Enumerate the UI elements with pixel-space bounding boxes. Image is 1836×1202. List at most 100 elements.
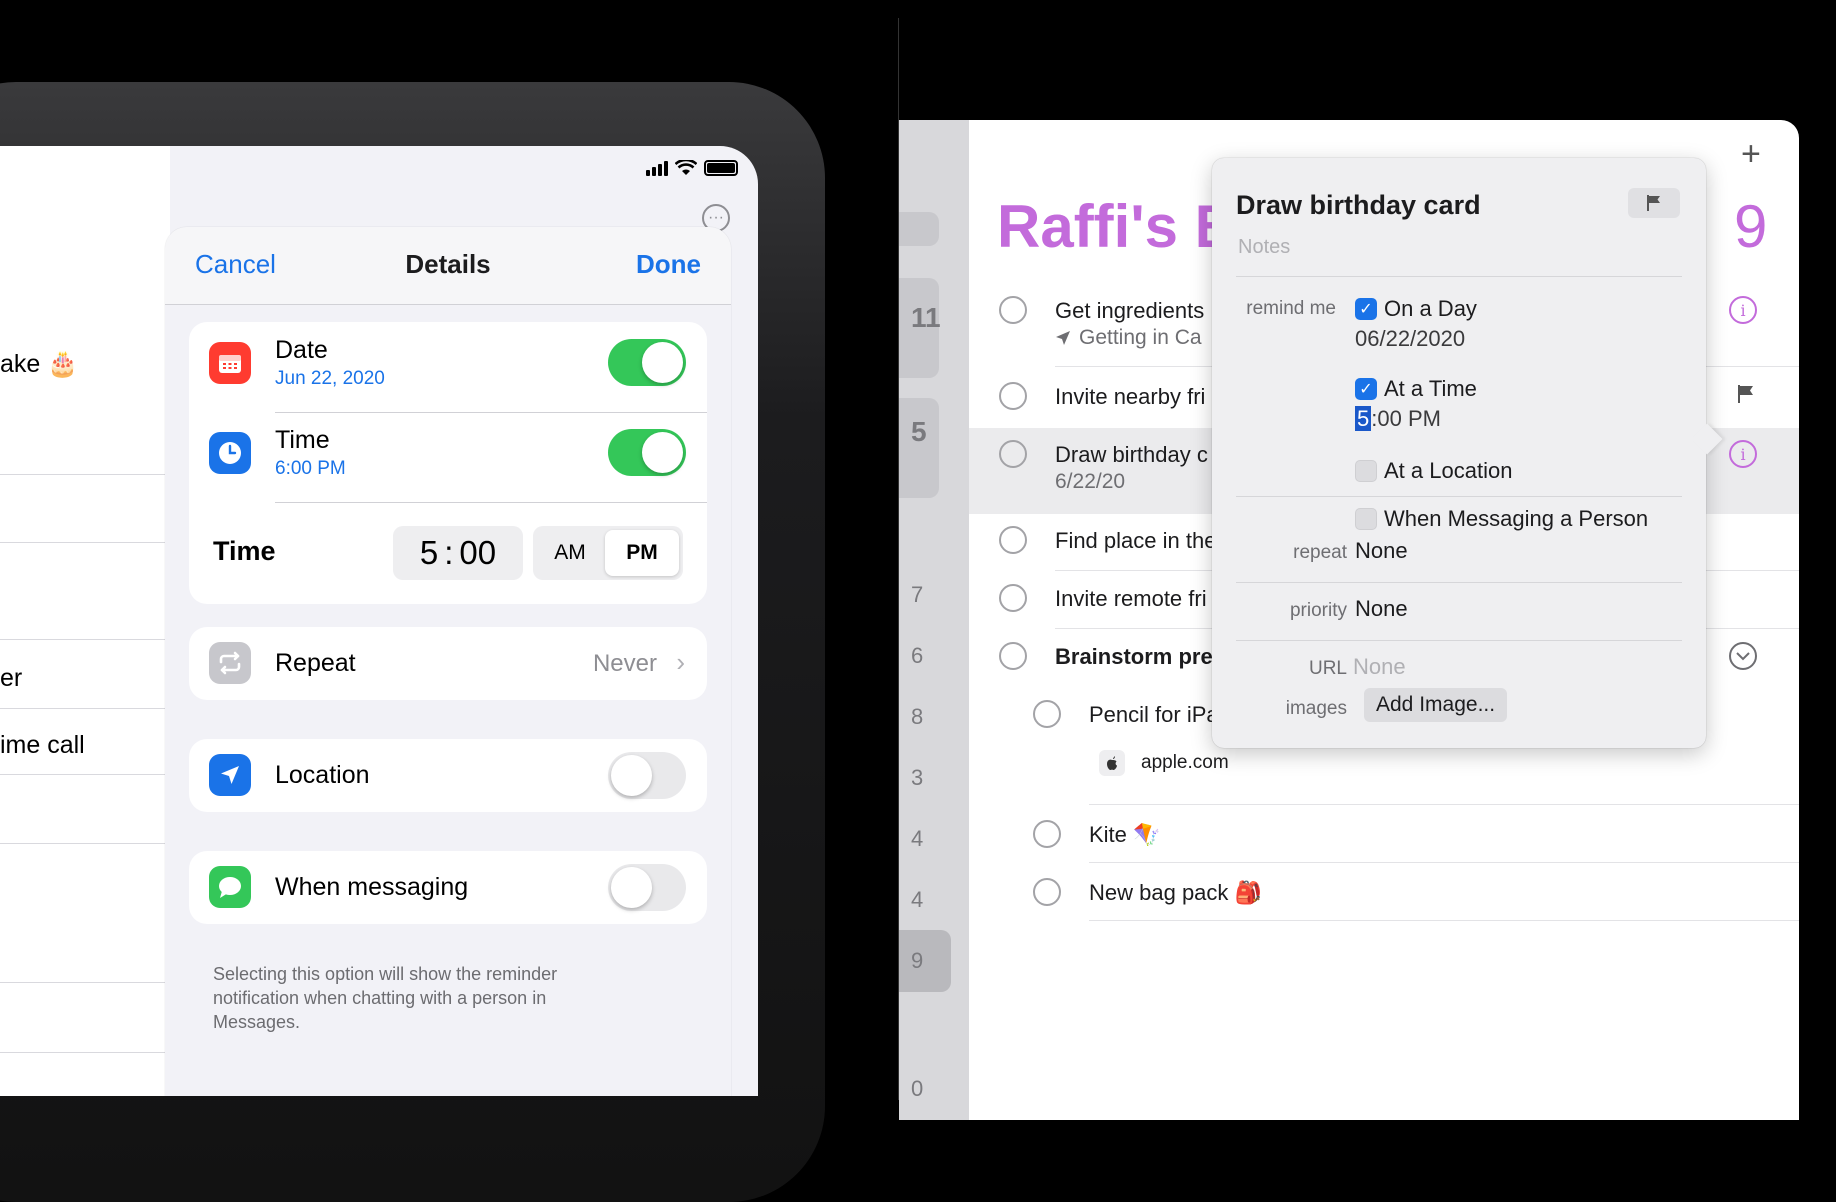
complete-checkbox[interactable] [999, 382, 1027, 410]
details-sheet: Details Cancel Done Date Jun 22, 2020 Ti… [165, 227, 731, 1096]
at-a-time-checkbox[interactable]: ✓ [1355, 378, 1377, 400]
complete-checkbox[interactable] [999, 440, 1027, 468]
date-label: Date [275, 336, 328, 364]
time-picker-hour: 5 [419, 534, 439, 571]
cancel-button[interactable]: Cancel [195, 249, 276, 280]
priority-label: priority [1289, 600, 1347, 621]
pm-segment[interactable]: PM [605, 530, 679, 576]
complete-checkbox[interactable] [999, 526, 1027, 554]
sidebar-count[interactable]: 5 [911, 416, 927, 448]
reminder-title[interactable]: Invite nearby fri [1055, 384, 1205, 410]
sidebar-count[interactable]: 4 [911, 887, 923, 913]
priority-value[interactable]: None [1355, 596, 1408, 622]
time-rest: :00 PM [1371, 406, 1441, 431]
location-toggle[interactable] [608, 752, 686, 799]
sidebar-count[interactable]: 4 [911, 826, 923, 852]
flag-icon [1647, 195, 1660, 211]
popover-title[interactable]: Draw birthday card [1236, 190, 1481, 221]
chevron-right-icon: › [676, 647, 685, 677]
complete-checkbox[interactable] [999, 584, 1027, 612]
message-bubble-icon [209, 866, 251, 908]
sidebar: 11 5 7 6 8 3 4 4 9 0 [899, 120, 969, 1120]
reminder-title[interactable]: Find place in the [1055, 528, 1216, 554]
reminder-title[interactable]: Invite remote fri [1055, 586, 1207, 612]
repeat-row[interactable]: Repeat Never › [189, 627, 707, 700]
date-toggle[interactable] [608, 339, 686, 386]
background-reminder-list: ake 🎂 er ime call [0, 146, 170, 1096]
messaging-row: When messaging [189, 851, 707, 924]
on-a-day-checkbox[interactable]: ✓ [1355, 298, 1377, 320]
location-label: Location [275, 761, 370, 789]
notes-field[interactable]: Notes [1238, 236, 1290, 259]
repeat-icon [209, 642, 251, 684]
calendar-icon [209, 342, 251, 384]
ipad-screen: ake 🎂 er ime call ··· Details Cancel Don… [0, 146, 758, 1096]
sidebar-count[interactable]: 8 [911, 704, 923, 730]
location-arrow-icon [209, 754, 251, 796]
sidebar-count-selected[interactable]: 9 [911, 948, 923, 974]
reminder-title-selected[interactable]: Draw birthday c [1055, 442, 1208, 468]
reminder-title[interactable]: New bag pack 🎒 [1089, 880, 1262, 906]
remind-me-label: remind me [1246, 298, 1336, 319]
time-picker-minute: 00 [459, 534, 497, 571]
messaging-footnote: Selecting this option will show the remi… [213, 964, 558, 1032]
complete-checkbox[interactable] [1033, 820, 1061, 848]
on-a-day-label: On a Day [1384, 296, 1477, 321]
cellular-signal-icon [646, 160, 668, 176]
repeat-label: Repeat [275, 649, 356, 677]
complete-checkbox[interactable] [999, 642, 1027, 670]
url-label: URL [1308, 658, 1347, 679]
time-toggle[interactable] [608, 429, 686, 476]
reminder-title[interactable]: Kite 🪁 [1089, 822, 1160, 848]
am-segment[interactable]: AM [533, 526, 607, 580]
reminder-title[interactable]: Get ingredients [1055, 298, 1204, 324]
info-icon[interactable]: i [1729, 440, 1757, 468]
sidebar-count[interactable]: 0 [911, 1076, 923, 1102]
complete-checkbox[interactable] [1033, 878, 1061, 906]
at-a-time-label: At a Time [1384, 376, 1477, 401]
at-a-location-checkbox[interactable] [1355, 460, 1377, 482]
when-messaging-checkbox[interactable] [1355, 508, 1377, 530]
status-bar [646, 156, 738, 180]
repeat-value[interactable]: None [1355, 538, 1408, 564]
at-a-location-label: At a Location [1384, 458, 1513, 483]
date-value[interactable]: Jun 22, 2020 [275, 368, 385, 390]
complete-checkbox[interactable] [999, 296, 1027, 324]
messaging-toggle[interactable] [608, 864, 686, 911]
sidebar-count[interactable]: 6 [911, 643, 923, 669]
add-reminder-icon[interactable]: + [1741, 135, 1761, 174]
time-field[interactable]: 5:00 PM [1355, 406, 1441, 432]
date-field[interactable]: 06/22/2020 [1355, 326, 1465, 352]
flag-icon [1738, 385, 1753, 403]
sidebar-count[interactable]: 3 [911, 765, 923, 791]
details-navbar: Details Cancel Done [165, 227, 731, 305]
expand-subtasks-icon[interactable] [1729, 642, 1757, 670]
reminder-title[interactable]: Pencil for iPa [1089, 702, 1219, 728]
sidebar-count[interactable]: 7 [911, 582, 923, 608]
time-picker-field[interactable]: 5:00 [393, 526, 523, 580]
clock-icon [209, 432, 251, 474]
complete-checkbox[interactable] [1033, 700, 1061, 728]
info-icon[interactable]: i [1729, 296, 1757, 324]
reminder-link[interactable]: apple.com [1141, 752, 1229, 774]
wifi-icon [675, 160, 697, 175]
flag-button[interactable] [1628, 188, 1680, 218]
time-label: Time [275, 426, 330, 454]
time-value[interactable]: 6:00 PM [275, 458, 346, 480]
done-button[interactable]: Done [636, 249, 701, 280]
background-item-er: er [0, 664, 23, 692]
list-count: 9 [1734, 193, 1768, 260]
when-messaging-label: When Messaging a Person [1384, 506, 1649, 531]
add-image-button[interactable]: Add Image... [1364, 688, 1508, 722]
repeat-value: Never [592, 650, 657, 677]
background-item-cake: ake 🎂 [0, 350, 79, 378]
time-picker-label: Time [213, 536, 276, 566]
location-arrow-icon [1056, 331, 1070, 345]
reminder-title[interactable]: Brainstorm pres [1055, 644, 1225, 670]
time-hour-selected: 5 [1355, 406, 1372, 431]
url-field[interactable]: None [1353, 654, 1406, 680]
sidebar-count[interactable]: 11 [911, 302, 941, 334]
sidebar-search-field[interactable] [899, 212, 939, 246]
battery-icon [704, 160, 738, 176]
am-pm-segmented-control: AM PM [533, 526, 683, 580]
